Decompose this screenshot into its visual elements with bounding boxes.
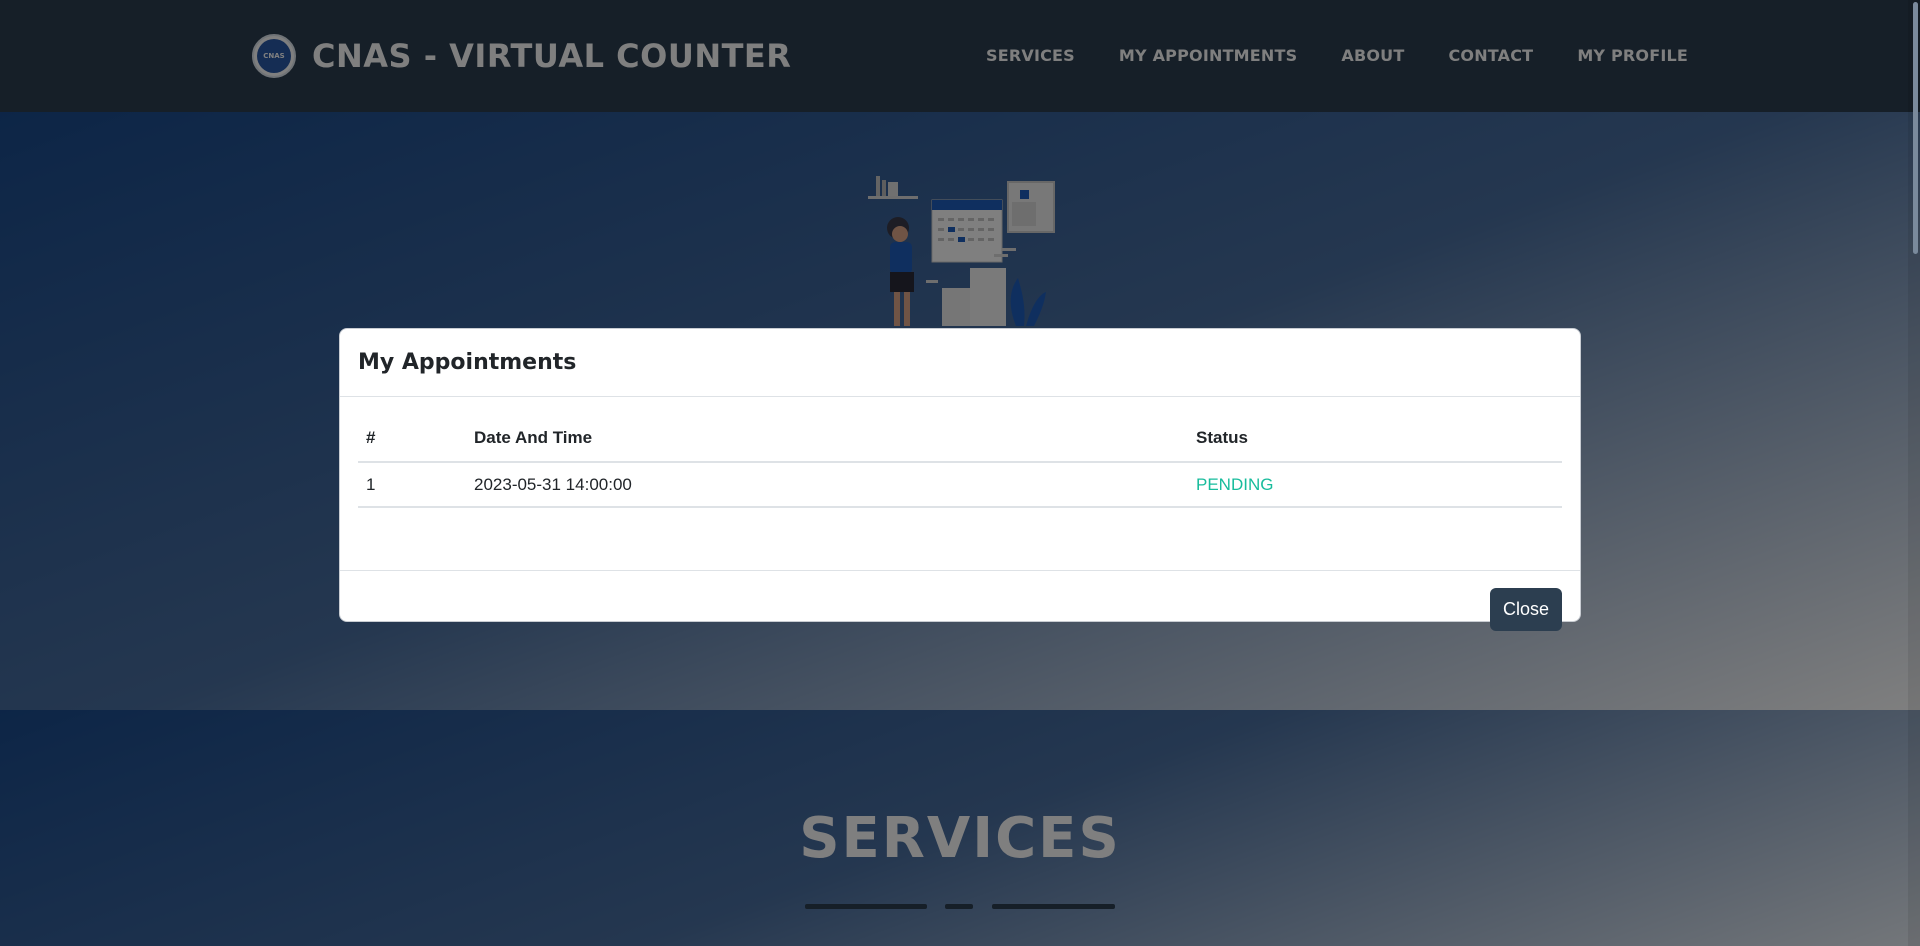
column-header-number: # xyxy=(358,415,466,463)
column-header-status: Status xyxy=(1188,415,1562,463)
cell-number: 1 xyxy=(358,462,466,508)
scrollbar-thumb[interactable] xyxy=(1913,2,1918,254)
modal-footer: Close xyxy=(340,571,1580,631)
appointments-table: # Date And Time Status 1 2023-05-31 14:0… xyxy=(358,415,1562,508)
close-button[interactable]: Close xyxy=(1490,588,1562,631)
appointments-modal: My Appointments # Date And Time Status 1… xyxy=(339,328,1581,631)
column-header-date: Date And Time xyxy=(466,415,1188,463)
modal-body: # Date And Time Status 1 2023-05-31 14:0… xyxy=(340,397,1580,571)
page-scrollbar[interactable] xyxy=(1908,0,1920,946)
status-badge: PENDING xyxy=(1188,462,1562,508)
table-row: 1 2023-05-31 14:00:00 PENDING xyxy=(358,462,1562,508)
modal-header: My Appointments xyxy=(340,329,1580,397)
modal-title: My Appointments xyxy=(358,350,577,375)
table-header-row: # Date And Time Status xyxy=(358,415,1562,463)
cell-date: 2023-05-31 14:00:00 xyxy=(466,462,1188,508)
